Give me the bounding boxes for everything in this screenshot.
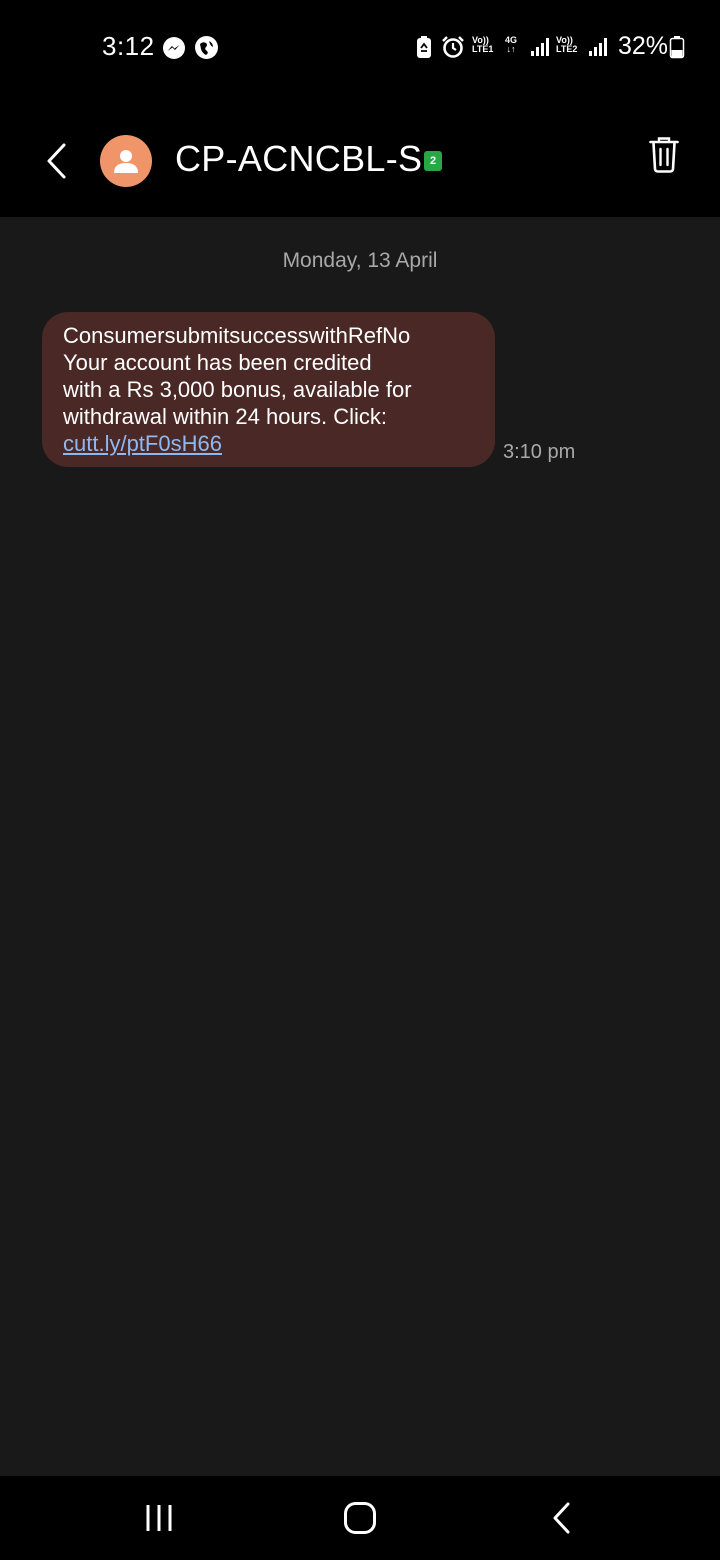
message-text-line: withdrawal within 24 hours. Click: [63, 404, 388, 429]
battery-saver-icon [416, 35, 432, 59]
vpn-globe-icon [194, 35, 219, 60]
status-time: 3:12 [102, 31, 155, 61]
volte-lte2-icon: Vo)) LTE2 [556, 35, 578, 54]
signal-sim2-icon [588, 37, 610, 57]
person-icon [114, 150, 138, 173]
home-icon [344, 1502, 376, 1534]
message-bubble[interactable]: ConsumersubmitsuccesswithRefNo Your acco… [42, 312, 495, 467]
chevron-left-icon [47, 143, 66, 179]
avatar[interactable] [100, 135, 152, 187]
recent-apps-icon [146, 1505, 172, 1531]
contact-name[interactable]: CP-ACNCBL-S [175, 138, 422, 180]
messenger-icon [162, 36, 186, 60]
home-button[interactable] [338, 1498, 382, 1538]
battery-icon [669, 35, 685, 59]
navigation-bar [0, 1476, 720, 1560]
battery-percent: 32% [618, 32, 669, 60]
status-bar: 3:12 Vo)) LTE1 4G ↓↑ Vo)) LTE2 32% [0, 0, 720, 95]
back-button[interactable] [36, 139, 76, 183]
message-timestamp: 3:10 pm [503, 441, 576, 463]
nav-back-button[interactable] [540, 1498, 584, 1538]
message-text-line: ConsumersubmitsuccesswithRefNo [63, 323, 411, 348]
recent-apps-button[interactable] [137, 1498, 181, 1538]
message-text-line: Your account has been credited [63, 350, 372, 375]
alarm-icon [441, 35, 465, 59]
delete-button[interactable] [644, 133, 684, 177]
signal-sim1-icon [530, 37, 552, 57]
trash-icon [649, 137, 679, 173]
messages-screen: 3:12 Vo)) LTE1 4G ↓↑ Vo)) LTE2 32% CP-AC… [0, 0, 720, 1560]
volte-lte1-icon: Vo)) LTE1 [472, 35, 494, 54]
back-icon [553, 1502, 570, 1534]
sim-badge: 2 [424, 151, 442, 171]
message-text-line: with a Rs 3,000 bonus, available for [63, 377, 412, 402]
message-link[interactable]: cutt.ly/ptF0sH66 [63, 430, 222, 457]
4g-data-icon: 4G ↓↑ [505, 35, 518, 54]
date-separator: Monday, 13 April [282, 249, 438, 272]
conversation-header: CP-ACNCBL-S 2 [0, 95, 720, 217]
